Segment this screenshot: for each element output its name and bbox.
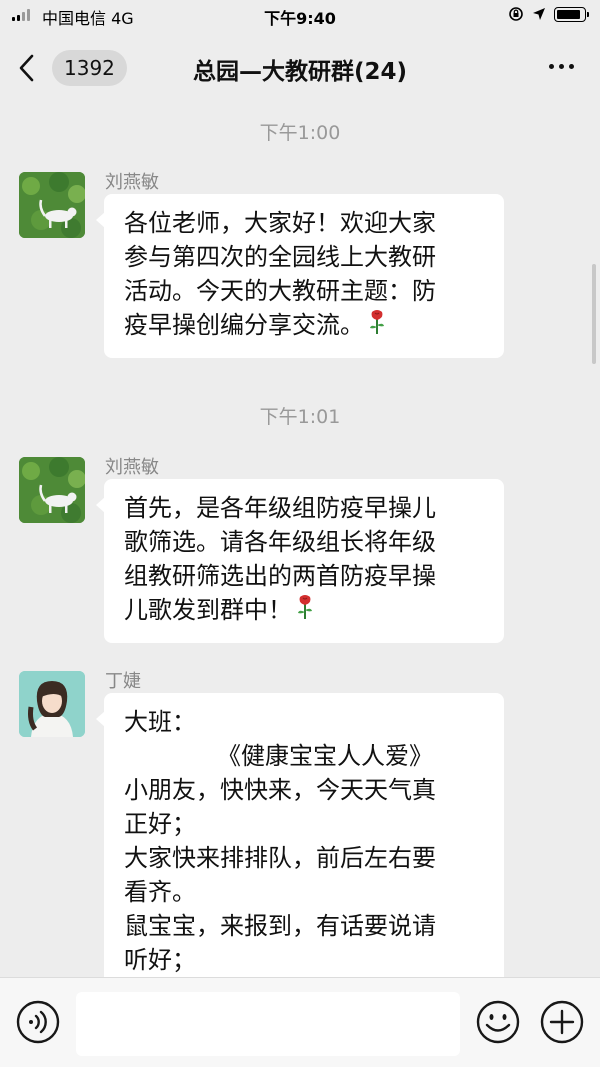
sender-name: 丁婕 — [105, 671, 141, 692]
location-icon — [533, 8, 545, 20]
message-line: 儿歌发到群中！ — [124, 596, 292, 624]
message-line: 参与第四次的全园线上大教研 — [124, 243, 436, 271]
girl-avatar[interactable] — [19, 671, 85, 737]
message-line: 大家快来排排队，前后左右要 — [124, 844, 436, 872]
message-line: 疫早操创编分享交流。 — [124, 311, 364, 339]
message-line: 首先，是各年级组防疫早操儿 — [124, 494, 436, 522]
rose-emoji-icon — [296, 594, 314, 629]
message-line: 活动。今天的大教研主题：防 — [124, 277, 436, 305]
scrollbar[interactable] — [592, 264, 596, 364]
timestamp: 下午1:00 — [259, 122, 341, 144]
message-bubble[interactable]: 大班： 《健康宝宝人人爱》 小朋友，快快来，今天天气真 正好； 大家快来排排队，… — [96, 693, 504, 977]
cat-avatar[interactable] — [19, 457, 85, 523]
sender-name: 刘燕敏 — [105, 457, 159, 478]
message-line: 各位老师，大家好！欢迎大家 — [124, 209, 436, 237]
chevron-left-icon — [18, 48, 48, 88]
message-line: 正好； — [124, 810, 196, 838]
message-input[interactable] — [76, 992, 460, 1056]
message-line: 听好； — [124, 946, 196, 974]
rotation-lock-icon — [509, 7, 523, 21]
rose-emoji-icon — [368, 309, 386, 344]
input-bar — [0, 977, 600, 1067]
page-title: 总园—大教研群(24) — [192, 59, 408, 85]
voice-icon[interactable] — [16, 1000, 60, 1044]
message-line: 鼠宝宝，来报到，有话要说请 — [124, 912, 436, 940]
unread-count-badge: 1392 — [52, 50, 127, 86]
message-line: 小朋友，快快来，今天天气真 — [124, 776, 436, 804]
message-bubble[interactable]: 各位老师，大家好！欢迎大家 参与第四次的全园线上大教研 活动。今天的大教研主题：… — [96, 194, 504, 358]
back-button[interactable]: 1392 — [18, 48, 138, 88]
message-line: 看齐。 — [124, 878, 196, 906]
message-line: 大班： — [124, 708, 196, 736]
timestamp: 下午1:01 — [259, 406, 341, 428]
chat-header: 1392 总园—大教研群(24) — [0, 30, 600, 104]
message-line: 组教研筛选出的两首防疫早操 — [124, 562, 436, 590]
cat-avatar[interactable] — [19, 172, 85, 238]
sender-name: 刘燕敏 — [105, 172, 159, 193]
poem-title: 《健康宝宝人人爱》 — [217, 742, 433, 770]
more-dots-icon[interactable] — [549, 64, 574, 69]
chat-message-list[interactable]: 下午1:00 刘燕敏 各位老师，大家好！欢迎大家 参与第四次的全园线上大教研 活… — [0, 104, 600, 977]
emoji-icon[interactable] — [476, 1000, 520, 1044]
message-bubble[interactable]: 首先，是各年级组防疫早操儿 歌筛选。请各年级组长将年级 组教研筛选出的两首防疫早… — [96, 479, 504, 643]
message-line: 歌筛选。请各年级组长将年级 — [124, 528, 436, 556]
battery-icon — [554, 6, 589, 22]
status-bar: 中国电信 4G 下午9:40 — [0, 0, 600, 30]
plus-icon[interactable] — [540, 1000, 584, 1044]
